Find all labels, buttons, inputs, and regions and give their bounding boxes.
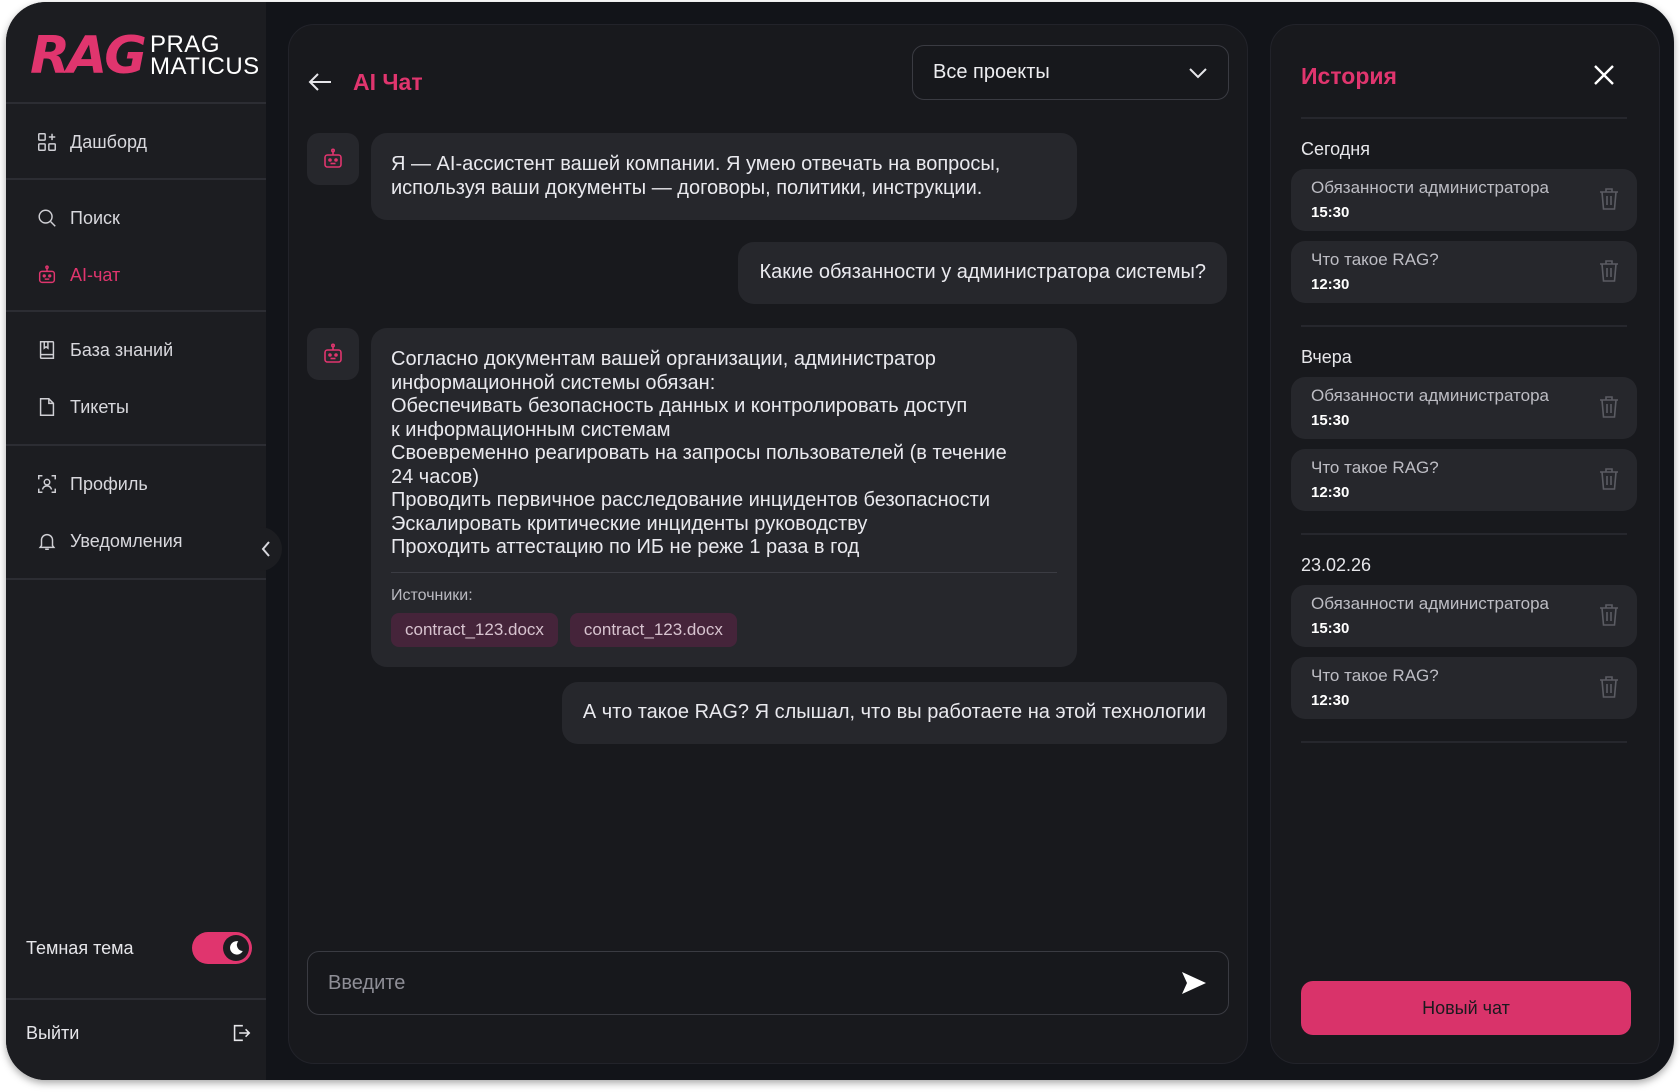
theme-toggle[interactable] <box>192 932 252 964</box>
history-item-title: Обязанности администратора <box>1311 594 1549 613</box>
divider <box>1301 117 1627 119</box>
sidebar-item-label: Поиск <box>70 207 120 228</box>
divider <box>1301 533 1627 535</box>
history-group-label: 23.02.26 <box>1301 555 1372 575</box>
sidebar-item-tickets[interactable]: Тикеты <box>36 387 129 427</box>
divider <box>6 102 266 104</box>
moon-icon <box>223 935 249 961</box>
history-item[interactable]: Что такое RAG? 12:30 <box>1291 657 1637 719</box>
history-item-title: Обязанности администратора <box>1311 178 1549 197</box>
sidebar-item-label: AI-чат <box>70 264 121 285</box>
sidebar-item-knowledge-base[interactable]: База знаний <box>36 330 173 370</box>
trash-icon[interactable] <box>1599 675 1619 699</box>
bot-message: Согласно документам вашей организации, а… <box>371 328 1077 667</box>
trash-icon[interactable] <box>1599 603 1619 627</box>
history-item[interactable]: Что такое RAG? 12:30 <box>1291 241 1637 303</box>
divider <box>6 444 266 446</box>
message-input-box <box>307 951 1229 1015</box>
history-panel: История Сегодня Обязанности администрато… <box>1270 24 1660 1064</box>
divider <box>6 998 266 1000</box>
divider <box>1301 741 1627 743</box>
sidebar-item-label: Дашборд <box>70 131 148 152</box>
robot-icon <box>324 343 342 363</box>
history-item[interactable]: Обязанности администратора 15:30 <box>1291 169 1637 231</box>
sources-list: contract_123.docx contract_123.docx <box>391 613 1057 647</box>
history-item-title: Что такое RAG? <box>1311 458 1439 477</box>
back-arrow-icon[interactable] <box>307 71 333 93</box>
theme-label: Темная тема <box>26 937 134 958</box>
chevron-down-icon <box>1189 67 1207 78</box>
history-item-title: Что такое RAG? <box>1311 666 1439 685</box>
trash-icon[interactable] <box>1599 187 1619 211</box>
bot-avatar <box>307 328 359 380</box>
ticket-icon <box>39 398 55 416</box>
sources-label: Источники: <box>391 586 473 604</box>
history-item-time: 12:30 <box>1311 692 1350 709</box>
divider <box>6 178 266 180</box>
project-select-value: Все проекты <box>933 61 1050 83</box>
history-item-time: 12:30 <box>1311 484 1350 501</box>
logo-wordmark: PRAG MATICUS <box>149 31 260 80</box>
sidebar: RAG PRAG MATICUS Дашборд Поиск AI-чат Ба… <box>6 2 266 1080</box>
sidebar-item-search[interactable]: Поиск <box>36 198 120 238</box>
trash-icon[interactable] <box>1599 467 1619 491</box>
new-chat-button[interactable]: Новый чат <box>1301 981 1631 1035</box>
robot-icon <box>38 265 56 284</box>
history-item-time: 12:30 <box>1311 276 1350 293</box>
history-group-label: Сегодня <box>1301 139 1370 159</box>
history-item-title: Обязанности администратора <box>1311 386 1549 405</box>
sidebar-collapse-button[interactable] <box>250 527 282 571</box>
robot-icon <box>324 148 342 168</box>
close-icon[interactable] <box>1591 62 1617 88</box>
divider <box>6 578 266 580</box>
logo: RAG PRAG MATICUS <box>30 30 260 82</box>
bot-message: Я — AI-ассистент вашей компании. Я умею … <box>371 133 1077 220</box>
divider <box>1301 325 1627 327</box>
chat-panel: AI Чат Все проекты Я — AI-ассистент ваше… <box>288 24 1248 1064</box>
sidebar-item-profile[interactable]: Профиль <box>36 464 148 504</box>
divider <box>6 310 266 312</box>
divider <box>391 571 1057 573</box>
trash-icon[interactable] <box>1599 395 1619 419</box>
history-item[interactable]: Обязанности администратора 15:30 <box>1291 377 1637 439</box>
sidebar-item-label: Профиль <box>70 473 148 494</box>
history-item-time: 15:30 <box>1311 412 1350 429</box>
project-select[interactable]: Все проекты <box>912 45 1229 100</box>
logo-mark: RAG <box>30 26 147 86</box>
sidebar-item-label: Уведомления <box>70 530 183 551</box>
profile-icon <box>38 475 56 493</box>
history-item[interactable]: Что такое RAG? 12:30 <box>1291 449 1637 511</box>
page-title: AI Чат <box>353 69 423 95</box>
chat-header: AI Чат Все проекты <box>289 25 1247 125</box>
trash-icon[interactable] <box>1599 259 1619 283</box>
logout-label: Выйти <box>26 1022 80 1043</box>
logout-button[interactable]: Выйти <box>26 1022 252 1044</box>
history-item-time: 15:30 <box>1311 204 1350 221</box>
user-message: Какие обязанности у администратора систе… <box>738 242 1227 304</box>
book-icon <box>39 341 55 359</box>
app-window: RAG PRAG MATICUS Дашборд Поиск AI-чат Ба… <box>6 2 1674 1080</box>
history-title: История <box>1301 63 1397 89</box>
theme-row: Темная тема <box>26 932 252 964</box>
source-chip[interactable]: contract_123.docx <box>391 613 558 647</box>
logout-icon <box>233 1024 251 1042</box>
bell-icon <box>38 533 56 550</box>
bot-avatar <box>307 133 359 185</box>
history-item-time: 15:30 <box>1311 620 1350 637</box>
search-icon <box>38 209 56 227</box>
history-group-label: Вчера <box>1301 347 1352 367</box>
sidebar-item-label: Тикеты <box>70 396 129 417</box>
sidebar-item-notifications[interactable]: Уведомления <box>36 521 183 561</box>
history-item-title: Что такое RAG? <box>1311 250 1439 269</box>
dashboard-icon <box>38 133 56 151</box>
source-chip[interactable]: contract_123.docx <box>569 613 737 647</box>
sidebar-item-dashboard[interactable]: Дашборд <box>36 122 147 162</box>
chevron-left-icon <box>261 541 270 557</box>
history-item[interactable]: Обязанности администратора 15:30 <box>1291 585 1637 647</box>
sidebar-item-label: База знаний <box>70 339 174 360</box>
send-icon[interactable] <box>1180 970 1208 996</box>
message-input[interactable] <box>328 971 1108 995</box>
sidebar-item-ai-chat[interactable]: AI-чат <box>36 255 120 295</box>
user-message: А что такое RAG? Я слышал, что вы работа… <box>561 682 1227 744</box>
